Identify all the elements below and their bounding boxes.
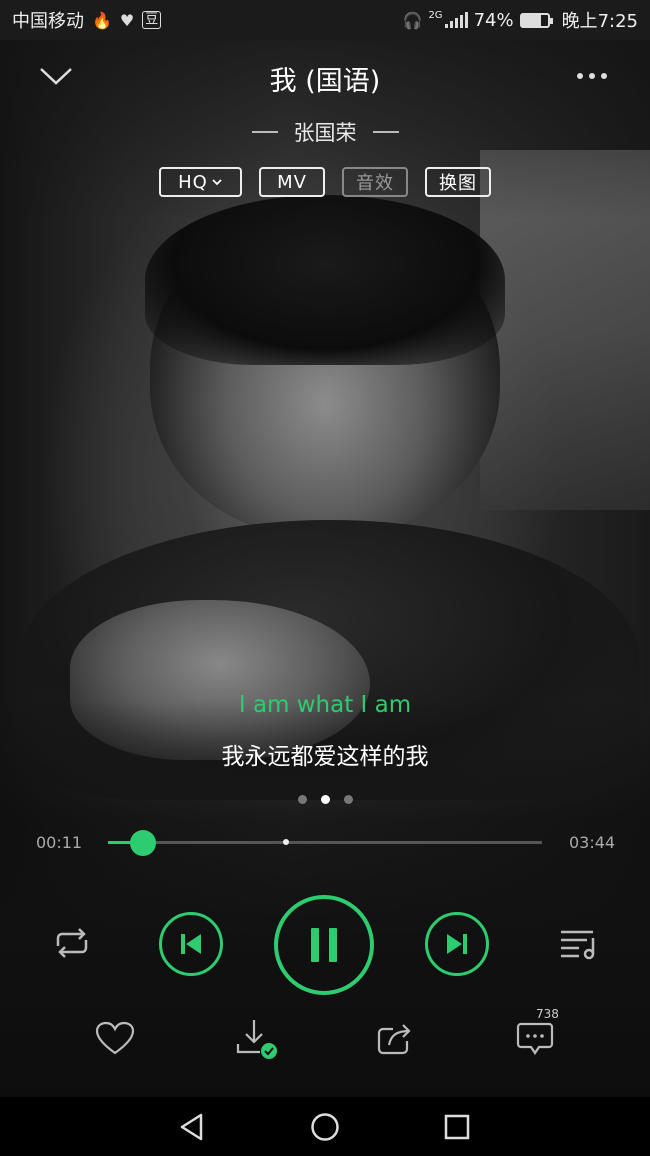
artist-name[interactable]: 张国荣 xyxy=(294,117,357,147)
sound-effects-button[interactable]: 音效 xyxy=(342,167,408,197)
pause-icon xyxy=(311,928,337,962)
nav-recent-button[interactable] xyxy=(437,1109,477,1145)
more-icon xyxy=(577,73,583,79)
cover-photo-hair xyxy=(145,195,505,365)
network-type-label: 2G xyxy=(428,9,443,21)
tag-row: HQ MV 音效 换图 xyxy=(0,167,650,197)
back-triangle-icon xyxy=(180,1113,203,1141)
flame-icon: 🔥 xyxy=(92,10,112,30)
share-icon xyxy=(377,1024,411,1055)
player-header: 我 (国语) 张国荣 HQ MV 音效 换图 xyxy=(0,45,650,215)
battery-icon xyxy=(519,12,553,28)
play-pause-button[interactable] xyxy=(274,895,374,995)
skip-previous-icon xyxy=(181,934,201,954)
system-nav-bar xyxy=(0,1097,650,1156)
quality-label: HQ xyxy=(178,171,208,193)
download-icon xyxy=(236,1020,277,1059)
lyric-current-line[interactable]: I am what I am xyxy=(0,692,650,718)
total-time: 03:44 xyxy=(569,833,616,852)
repeat-icon xyxy=(56,928,88,958)
share-button[interactable] xyxy=(370,1014,420,1064)
skip-next-icon xyxy=(447,934,467,954)
nav-home-button[interactable] xyxy=(305,1109,345,1145)
comment-button[interactable] xyxy=(510,1014,560,1064)
page-dot xyxy=(320,795,330,804)
nav-back-button[interactable] xyxy=(172,1109,212,1145)
more-button[interactable] xyxy=(570,63,614,89)
playback-controls xyxy=(0,893,650,995)
carrier-label: 中国移动 xyxy=(12,11,84,32)
mv-button[interactable]: MV xyxy=(259,167,325,197)
progress-buffered-marker xyxy=(282,839,289,845)
signal-icon xyxy=(444,12,468,28)
quality-button[interactable]: HQ xyxy=(159,167,242,197)
recent-square-icon xyxy=(444,1114,470,1140)
swap-image-button[interactable]: 换图 xyxy=(425,167,491,197)
heartbeat-icon: ♥ xyxy=(119,10,135,30)
progress-knob[interactable] xyxy=(129,830,156,856)
progress-row: 00:11 03:44 xyxy=(0,825,650,859)
previous-button[interactable] xyxy=(159,912,223,976)
playlist-button[interactable] xyxy=(554,923,602,963)
divider xyxy=(372,131,399,133)
playlist-icon xyxy=(561,930,595,960)
comment-count-badge: 738 xyxy=(536,1007,559,1021)
app-badge: 豆 xyxy=(142,11,162,29)
status-bar: 中国移动 🔥 ♥ 豆 🎧 2G 74% 晚上7:25 xyxy=(0,0,650,40)
home-circle-icon xyxy=(311,1113,339,1141)
like-button[interactable] xyxy=(90,1014,140,1064)
headphones-icon: 🎧 xyxy=(402,10,423,30)
page-dot xyxy=(343,795,353,804)
artist-row: 张国荣 xyxy=(0,117,650,147)
download-button[interactable] xyxy=(231,1014,281,1064)
clock: 晚上7:25 xyxy=(561,11,638,32)
repeat-button[interactable] xyxy=(48,923,96,963)
music-player-screen: 中国移动 🔥 ♥ 豆 🎧 2G 74% 晚上7:25 我 (国语) 张国荣 HQ… xyxy=(0,0,650,1156)
page-dot xyxy=(297,795,307,804)
elapsed-time: 00:11 xyxy=(36,833,83,852)
progress-bar[interactable] xyxy=(108,830,542,856)
comment-icon xyxy=(516,1022,554,1055)
lyric-next-line[interactable]: 我永远都爱这样的我 xyxy=(0,737,650,771)
battery-percent: 74% xyxy=(473,9,514,31)
divider xyxy=(251,131,278,133)
heart-icon xyxy=(95,1021,135,1055)
song-title: 我 (国语) xyxy=(269,66,381,97)
next-button[interactable] xyxy=(425,912,489,976)
chevron-down-icon xyxy=(212,179,222,186)
page-indicator xyxy=(0,795,650,804)
